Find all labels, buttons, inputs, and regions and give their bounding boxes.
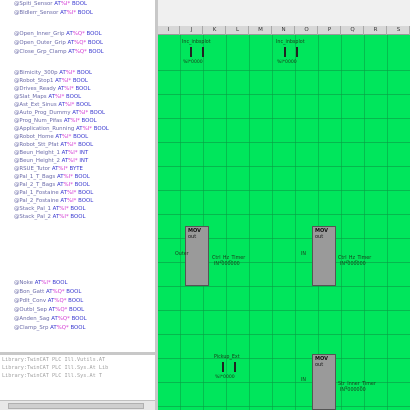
- var-line[interactable]: @Beun_Height_2 AT%I* INT: [14, 157, 88, 165]
- grid-line: [226, 35, 227, 410]
- var-line[interactable]: @Robot_Stt_Pfat AT%I* BOOL: [14, 141, 93, 149]
- mov-function-block[interactable]: MOV out: [312, 354, 336, 410]
- output-line: Library:TwinCAT PLC Ill.Vutils.AT: [2, 357, 106, 363]
- column-letter[interactable]: K: [204, 26, 226, 35]
- column-letter[interactable]: O: [296, 26, 318, 35]
- var-line[interactable]: @Pal_2_T_Bags AT%I* BOOL: [14, 181, 90, 189]
- grid-line: [249, 35, 250, 410]
- block-output-address: IN*000000: [340, 262, 366, 267]
- rung-line: [158, 118, 410, 119]
- output-line: Library:TwinCAT PLC Ill.Sys.At Lib: [2, 365, 109, 371]
- var-line[interactable]: @Bon_Gatt AT%Q* BOOL: [14, 288, 81, 296]
- variable-declaration-pane[interactable]: @Spiti_Sensor AT%I* BOOL @Bldlerr_Sensor…: [0, 0, 155, 352]
- block-output-label: Ctrl_Hz_Timer: [338, 256, 372, 261]
- ladder-contact[interactable]: Inc_inbsplot %I*0000: [182, 40, 212, 68]
- contact-address: %I*0000: [215, 375, 235, 380]
- block-input-label: IN: [301, 378, 307, 383]
- column-letter[interactable]: N: [273, 26, 295, 35]
- grid-line: [387, 35, 388, 410]
- rung-line: [158, 166, 410, 167]
- var-line[interactable]: @Anden_Sag AT%Q* BOOL: [14, 315, 87, 323]
- grid-line: [364, 35, 365, 410]
- block-input-label: IN: [301, 252, 307, 257]
- var-line[interactable]: @Auto_Prog_Dummy AT%I* BOOL: [14, 109, 105, 117]
- var-line[interactable]: @Open_Outer_Grip AT%Q* BOOL: [14, 39, 103, 47]
- var-line[interactable]: @Stack_Pal_1 AT%I* BOOL: [14, 205, 85, 213]
- contact-symbol-icon: [190, 47, 204, 57]
- var-line[interactable]: @Close_Grp_Clamp AT%Q* BOOL: [14, 48, 104, 56]
- var-line[interactable]: @Bldlerr_Sensor AT%I* BOOL: [14, 9, 93, 17]
- column-letter[interactable]: I: [158, 26, 180, 35]
- var-line[interactable]: @Stack_Pal_2 AT%I* BOOL: [14, 213, 85, 221]
- contact-label: Pickup_Ext: [214, 355, 240, 360]
- var-line[interactable]: @Outbl_Sep AT%Q* BOOL: [14, 306, 84, 314]
- contact-address: %I*0000: [183, 60, 203, 65]
- horizontal-scrollbar[interactable]: [0, 400, 155, 410]
- contact-label: Inc_inbsplot: [182, 40, 211, 45]
- block-subtitle: out: [188, 234, 197, 240]
- ladder-contact[interactable]: Inc_inbsplot %I*0000: [276, 40, 306, 68]
- block-output-label: Str_Inner_Timer: [338, 382, 376, 387]
- var-line[interactable]: @Robot_Stop1 AT%I* BOOL: [14, 77, 88, 85]
- block-input-label: Outer: [175, 252, 189, 257]
- block-subtitle: out: [315, 234, 324, 240]
- var-line[interactable]: @Ast_Ext_Sinus AT%I* BOOL: [14, 101, 91, 109]
- column-ruler: I J K L M N O P Q R S: [158, 26, 410, 35]
- var-line[interactable]: @Application_Running AT%I* BOOL: [14, 125, 109, 133]
- var-line[interactable]: @Robot_Home AT%I* BOOL: [14, 133, 88, 141]
- column-letter[interactable]: J: [181, 26, 203, 35]
- block-subtitle: out: [315, 362, 324, 368]
- rung-line: [158, 190, 410, 191]
- block-output-label: Ctrl_Hz_Timer: [212, 256, 246, 261]
- rung-line: [158, 310, 410, 311]
- grid-line: [341, 35, 342, 410]
- rung-line: [158, 358, 410, 359]
- grid-line: [203, 35, 204, 410]
- contact-symbol-icon: [222, 362, 236, 372]
- var-line[interactable]: @Prog_Num_Pifas AT%I* BOOL: [14, 117, 97, 125]
- var-line[interactable]: @Pal_1_Fostaine AT%I* BOOL: [14, 189, 93, 197]
- grid-line: [180, 35, 181, 410]
- rung-line: [158, 214, 410, 215]
- rung-line: [158, 406, 410, 407]
- var-line[interactable]: @Pal_1_T_Bags AT%I* BOOL: [14, 173, 90, 181]
- rung-line: [158, 94, 410, 95]
- var-line[interactable]: @Clamp_Srp AT%Q* BOOL: [14, 324, 86, 332]
- var-line[interactable]: @Noke AT%I* BOOL: [14, 279, 67, 287]
- column-letter[interactable]: P: [319, 26, 341, 35]
- column-letter[interactable]: S: [388, 26, 410, 35]
- scrollbar-thumb[interactable]: [8, 403, 144, 409]
- var-line[interactable]: @Beun_Height_1 AT%I* INT: [14, 149, 88, 157]
- var-line[interactable]: @Open_Inner_Grip AT%Q* BOOL: [14, 30, 102, 38]
- contact-symbol-icon: [284, 47, 298, 57]
- ladder-editor[interactable]: I J K L M N O P Q R S Inc_inbsplot %I*00…: [158, 0, 410, 410]
- ladder-contact[interactable]: Pickup_Ext %I*0000: [214, 355, 244, 383]
- contact-address: %I*0000: [277, 60, 297, 65]
- column-letter[interactable]: L: [227, 26, 249, 35]
- mov-function-block[interactable]: MOV out: [312, 226, 336, 286]
- block-output-address: IN*000000: [214, 262, 240, 267]
- output-pane: Library:TwinCAT PLC Ill.Vutils.AT Librar…: [0, 355, 155, 400]
- column-letter[interactable]: R: [365, 26, 387, 35]
- rung-line: [158, 70, 410, 71]
- var-line[interactable]: @Drives_Ready AT%I* BOOL: [14, 85, 91, 93]
- grid-line: [272, 35, 273, 410]
- var-line[interactable]: @Slat_Maps AT%I* BOOL: [14, 93, 81, 101]
- var-line[interactable]: @Spiti_Sensor AT%I* BOOL: [14, 0, 87, 8]
- var-line[interactable]: @Bimicity_300p AT%I* BOOL: [14, 69, 92, 77]
- rung-line: [158, 334, 410, 335]
- rung-line: [158, 142, 410, 143]
- block-output-address: IN*000000: [340, 388, 366, 393]
- column-letter[interactable]: Q: [342, 26, 364, 35]
- var-line[interactable]: @Pdlt_Conv AT%Q* BOOL: [14, 297, 83, 305]
- output-line: Library:TwinCAT PLC Ill.Sys.At T: [2, 373, 102, 379]
- rung-line: [158, 286, 410, 287]
- var-line[interactable]: @Pal_2_Fostaine AT%I* BOOL: [14, 197, 93, 205]
- var-line[interactable]: @RSUE_Tutor AT%I* BYTE: [14, 165, 83, 173]
- contact-label: Inc_inbsplot: [276, 40, 305, 45]
- column-letter[interactable]: M: [250, 26, 272, 35]
- grid-line: [295, 35, 296, 410]
